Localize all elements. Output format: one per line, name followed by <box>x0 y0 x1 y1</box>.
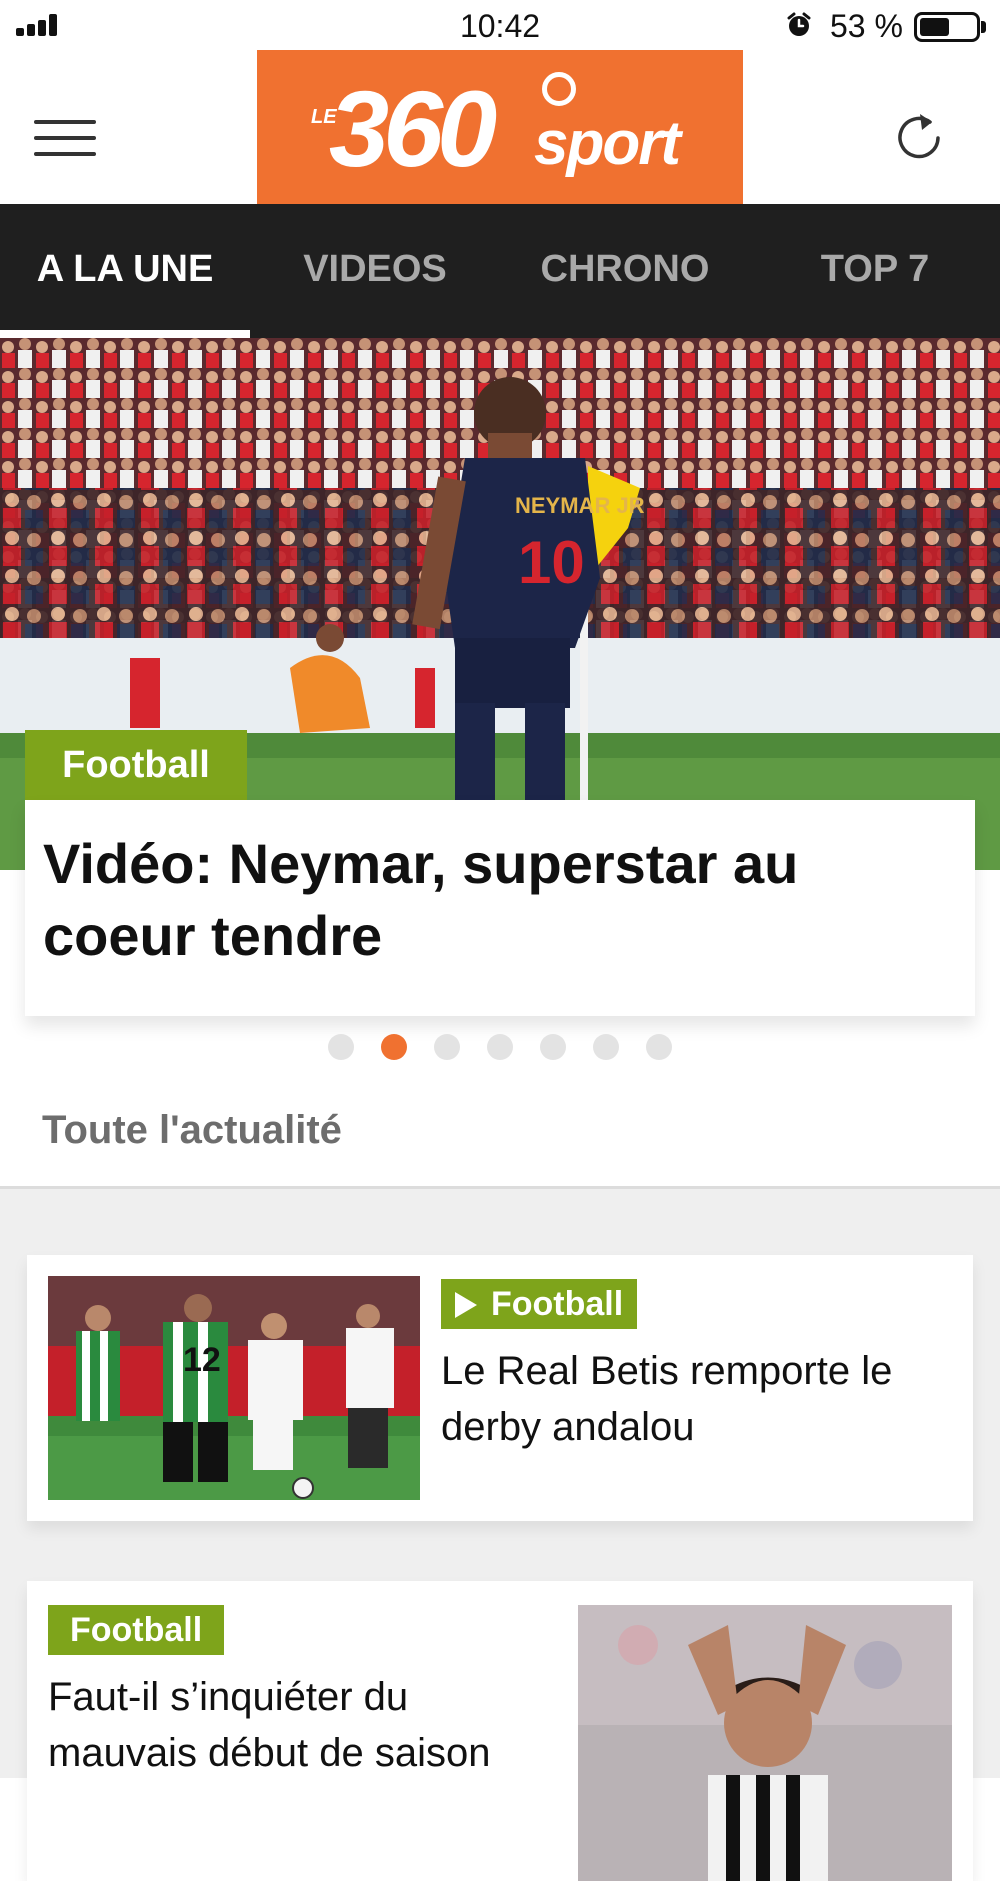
category-badge[interactable]: Football <box>48 1605 225 1655</box>
carousel-dot[interactable] <box>381 1034 407 1060</box>
brand-logo[interactable]: LE 360 sport <box>257 50 743 204</box>
hero-category-badge[interactable]: Football <box>25 730 247 800</box>
article-thumbnail: 12 <box>48 1276 420 1500</box>
battery-level <box>920 18 949 36</box>
category-badge[interactable]: Football <box>441 1279 638 1329</box>
carousel-dot[interactable] <box>328 1034 354 1060</box>
hero-title-card[interactable]: Vidéo: Neymar, superstar au coeur tendre <box>25 800 975 1016</box>
hero-title[interactable]: Vidéo: Neymar, superstar au coeur tendre <box>43 828 953 972</box>
status-bar: 10:42 53 % <box>0 0 1000 50</box>
article-card[interactable]: Football Faut-il s’inquiéter du mauvais … <box>27 1581 973 1881</box>
carousel-dots <box>0 1030 1000 1066</box>
refresh-icon[interactable] <box>890 106 950 166</box>
menu-icon[interactable] <box>30 116 100 164</box>
tab-a-la-une[interactable]: A LA UNE <box>0 204 250 338</box>
battery-nub <box>981 21 986 33</box>
article-title[interactable]: Faut-il s’inquiéter du mauvais début de … <box>48 1669 518 1781</box>
carousel-dot[interactable] <box>540 1034 566 1060</box>
logo-degree-mark <box>542 72 576 106</box>
article-title[interactable]: Le Real Betis remporte le derby andalou <box>441 1343 951 1455</box>
carousel-dot[interactable] <box>593 1034 619 1060</box>
logo-suffix: sport <box>534 109 681 178</box>
article-card[interactable]: 12 Football Le Real Betis remporte le de… <box>27 1255 973 1521</box>
article-thumbnail <box>578 1605 952 1881</box>
logo-number: 360 <box>329 68 497 189</box>
category-label: Football <box>70 1611 203 1649</box>
battery-percentage: 53 % <box>830 8 903 44</box>
tab-top-7[interactable]: TOP 7 <box>750 204 1000 338</box>
carousel-dot[interactable] <box>487 1034 513 1060</box>
carousel-dot[interactable] <box>646 1034 672 1060</box>
tab-chrono[interactable]: CHRONO <box>500 204 750 338</box>
tab-videos[interactable]: VIDEOS <box>250 204 500 338</box>
svg-text:10: 10 <box>518 529 585 596</box>
svg-text:12: 12 <box>183 1341 221 1379</box>
carousel-dot[interactable] <box>434 1034 460 1060</box>
app-header: LE 360 sport <box>0 50 1000 204</box>
active-tab-indicator <box>0 330 250 338</box>
video-play-icon <box>455 1292 477 1318</box>
category-label: Football <box>491 1285 624 1323</box>
article-list: 12 Football Le Real Betis remporte le de… <box>0 1189 1000 1881</box>
svg-text:NEYMAR JR: NEYMAR JR <box>515 493 645 518</box>
section-title: Toute l'actualité <box>42 1108 342 1152</box>
tab-bar: A LA UNE VIDEOS CHRONO TOP 7 <box>0 204 1000 338</box>
alarm-icon <box>787 12 811 36</box>
battery-icon <box>914 12 980 42</box>
